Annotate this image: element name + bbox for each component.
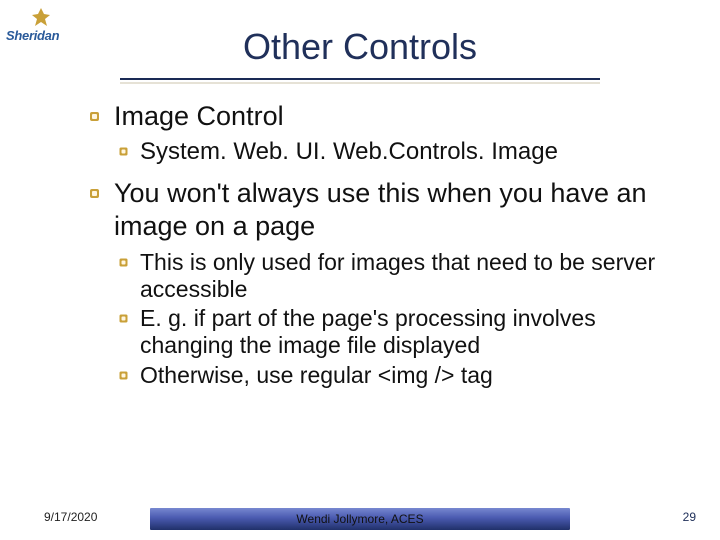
- bullet-icon: [118, 146, 129, 157]
- bullet-level2: This is only used for images that need t…: [118, 249, 690, 303]
- slide-body: Image Control System. Web. UI. Web.Contr…: [88, 100, 690, 391]
- bullet-level1: Image Control: [88, 100, 690, 132]
- slide: Sheridan Other Controls Image Control Sy…: [0, 0, 720, 540]
- title-divider: [120, 78, 600, 84]
- bullet-text: E. g. if part of the page's processing i…: [140, 305, 596, 358]
- bullet-text: Image Control: [114, 101, 284, 131]
- bullet-text: You won't always use this when you have …: [114, 178, 647, 241]
- bullet-level2: System. Web. UI. Web.Controls. Image: [118, 138, 690, 167]
- bullet-icon: [118, 257, 129, 268]
- slide-footer: 9/17/2020 Wendi Jollymore, ACES 29: [0, 500, 720, 530]
- bullet-text: Otherwise, use regular <img /> tag: [140, 362, 493, 388]
- bullet-text: This is only used for images that need t…: [140, 249, 655, 302]
- bullet-level1: You won't always use this when you have …: [88, 177, 690, 243]
- bullet-icon: [88, 187, 101, 200]
- slide-title: Other Controls: [0, 26, 720, 68]
- bullet-text: System. Web. UI. Web.Controls. Image: [140, 138, 558, 165]
- bullet-icon: [88, 110, 101, 123]
- footer-page-number: 29: [683, 510, 696, 524]
- bullet-level2: Otherwise, use regular <img /> tag: [118, 362, 690, 389]
- bullet-icon: [118, 370, 129, 381]
- bullet-icon: [118, 313, 129, 324]
- footer-author: Wendi Jollymore, ACES: [0, 512, 720, 526]
- bullet-level2: E. g. if part of the page's processing i…: [118, 305, 690, 359]
- sub-bullet-group: This is only used for images that need t…: [118, 249, 690, 389]
